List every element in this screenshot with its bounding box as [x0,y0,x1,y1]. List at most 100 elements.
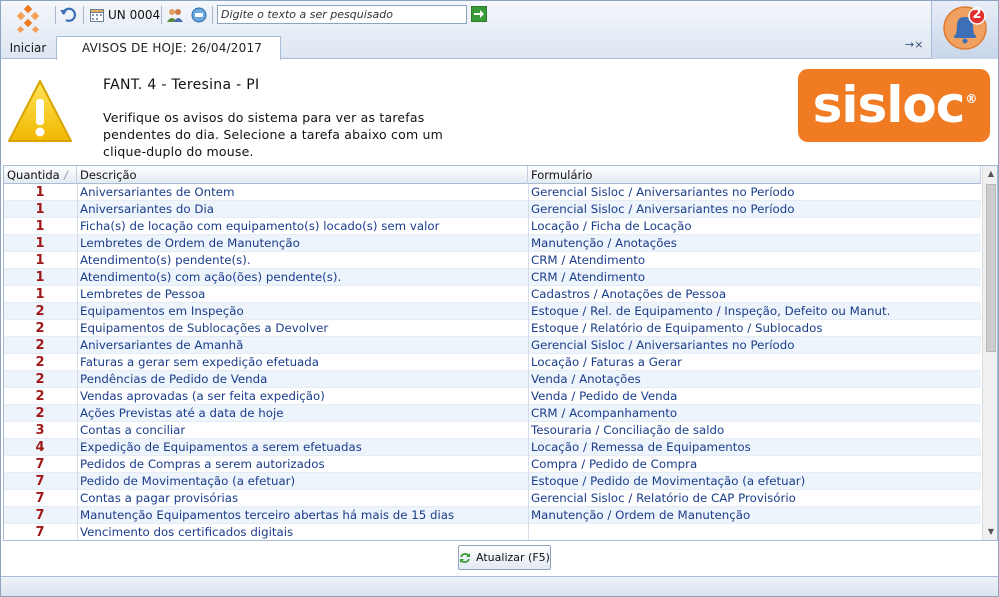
users-button[interactable] [166,5,184,25]
instruction-text: Verifique os avisos do sistema para ver … [103,110,444,159]
bell-icon [943,6,987,50]
table-row[interactable]: 4 Expedição de Equipamentos a serem efetu… [4,439,981,456]
unit-selector[interactable]: UN 0004 [90,5,160,25]
sort-indicator-icon: / [64,168,68,182]
search-input[interactable] [217,5,467,24]
cell-divider [528,235,529,252]
table-row[interactable]: 1 Lembretes de Ordem de Manutenção Manuten… [4,235,981,252]
cell-descricao: Contas a pagar provisórias [80,491,239,505]
cell-divider [77,269,78,286]
table-row[interactable]: 7 Manutenção Equipamentos terceiro aberta… [4,507,981,524]
cell-quantidade: 4 [35,440,45,455]
scroll-thumb[interactable] [986,184,996,352]
notifications-button[interactable]: 2 [931,1,998,59]
cell-divider [528,269,529,286]
cell-formulario: Manutenção / Anotações [531,236,677,250]
cell-divider [77,388,78,405]
cell-quantidade: 7 [35,508,45,523]
cell-divider [528,320,529,337]
table-row[interactable]: 1 Aniversariantes de Ontem Gerencial Sislo… [4,184,981,201]
refresh-button[interactable]: Atualizar (F5) [458,545,551,570]
column-header-descricao[interactable]: Descrição [77,166,528,184]
cell-descricao: Pendências de Pedido de Venda [80,372,268,386]
top-toolbar: Iniciar UN 0004 Digite o texto a ser pes… [1,1,998,60]
table-row[interactable]: 1 Ficha(s) de locação com equipamento(s) … [4,218,981,235]
column-header-quantidade[interactable]: Quantida / [4,166,77,184]
cell-divider [77,201,78,218]
table-row[interactable]: 7 Vencimento dos certificados digitais [4,524,981,540]
cell-quantidade: 2 [35,338,45,353]
cell-formulario: Tesouraria / Conciliação de saldo [531,423,725,437]
warning-icon [8,80,72,142]
table-row[interactable]: 1 Atendimento(s) com ação(ões) pendente(s… [4,269,981,286]
cell-quantidade: 2 [35,321,45,336]
scroll-down-icon[interactable]: ▼ [983,524,997,540]
users-icon [167,9,183,22]
column-header-formulario[interactable]: Formulário [528,166,981,184]
table-row[interactable]: 7 Pedido de Movimentação (a efetuar) Estoq… [4,473,981,490]
cell-quantidade: 1 [35,236,45,251]
sisloc-logo: sisloc® [798,69,990,142]
chat-button[interactable] [191,5,207,25]
start-button[interactable]: Iniciar [1,1,55,59]
cell-quantidade: 1 [35,219,45,234]
cell-formulario: CRM / Acompanhamento [531,406,678,420]
cell-formulario: Venda / Pedido de Venda [531,389,678,403]
cell-divider [77,354,78,371]
close-icon: →× [905,38,924,51]
table-row[interactable]: 2 Pendências de Pedido de Venda Venda / An… [4,371,981,388]
vertical-scrollbar[interactable]: ▲ ▼ [982,166,997,540]
scroll-up-icon[interactable]: ▲ [983,166,997,182]
cell-descricao: Equipamentos em Inspeção [80,304,244,318]
cell-divider [77,473,78,490]
table-row[interactable]: 2 Aniversariantes de Amanhã Gerencial Sisl… [4,337,981,354]
unit-label: UN 0004 [108,8,161,22]
cell-divider [77,422,78,439]
table-row[interactable]: 7 Contas a pagar provisórias Gerencial Sis… [4,490,981,507]
cell-divider [528,184,529,201]
cell-quantidade: 1 [35,287,45,302]
table-row[interactable]: 2 Ações Previstas até a data de hoje CRM /… [4,405,981,422]
refresh-icon [460,552,471,563]
undo-button[interactable] [59,5,77,25]
chat-icon [191,7,207,23]
table-row[interactable]: 1 Lembretes de Pessoa Cadastros / Anotaçõe… [4,286,981,303]
table-row[interactable]: 1 Atendimento(s) pendente(s). CRM / Atendi… [4,252,981,269]
grid-rows: 1 Aniversariantes de Ontem Gerencial Sislo… [4,184,981,540]
cell-quantidade: 2 [35,355,45,370]
cell-quantidade: 2 [35,406,45,421]
refresh-label: Atualizar (F5) [476,551,550,564]
logo-text: sisloc [812,76,966,134]
tab-avisos[interactable]: AVISOS DE HOJE: 26/04/2017 [56,36,281,60]
cell-formulario: Venda / Anotações [531,372,641,386]
table-row[interactable]: 3 Contas a conciliar Tesouraria / Concilia… [4,422,981,439]
cell-quantidade: 2 [35,372,45,387]
cell-descricao: Manutenção Equipamentos terceiro abertas… [80,508,455,522]
cell-descricao: Aniversariantes de Amanhã [80,338,244,352]
cell-formulario: Gerencial Sisloc / Relatório de CAP Prov… [531,491,796,505]
table-row[interactable]: 2 Vendas aprovadas (a ser feita expedição… [4,388,981,405]
cell-divider [528,507,529,524]
toolbar-separator [212,6,213,24]
column-header-label: Formulário [531,168,593,182]
start-logo-icon [16,5,40,34]
search-go-button[interactable] [471,6,487,22]
cell-descricao: Atendimento(s) com ação(ões) pendente(s)… [80,270,342,284]
table-row[interactable]: 7 Pedidos de Compras a serem autorizados C… [4,456,981,473]
cell-descricao: Equipamentos de Sublocações a Devolver [80,321,329,335]
tab-close-button[interactable]: →× [905,38,923,51]
cell-quantidade: 1 [35,185,45,200]
cell-descricao: Pedido de Movimentação (a efetuar) [80,474,296,488]
table-row[interactable]: 1 Aniversariantes do Dia Gerencial Sisloc … [4,201,981,218]
cell-quantidade: 7 [35,491,45,506]
cell-divider [77,218,78,235]
cell-formulario: Locação / Remessa de Equipamentos [531,440,751,454]
table-row[interactable]: 2 Equipamentos de Sublocações a Devolver E… [4,320,981,337]
cell-descricao: Faturas a gerar sem expedição efetuada [80,355,320,369]
main-window: Iniciar UN 0004 Digite o texto a ser pes… [0,0,999,597]
table-row[interactable]: 2 Equipamentos em Inspeção Estoque / Rel. … [4,303,981,320]
toolbar-separator [161,6,162,24]
cell-quantidade: 2 [35,304,45,319]
cell-formulario: Locação / Faturas a Gerar [531,355,683,369]
table-row[interactable]: 2 Faturas a gerar sem expedição efetuada L… [4,354,981,371]
